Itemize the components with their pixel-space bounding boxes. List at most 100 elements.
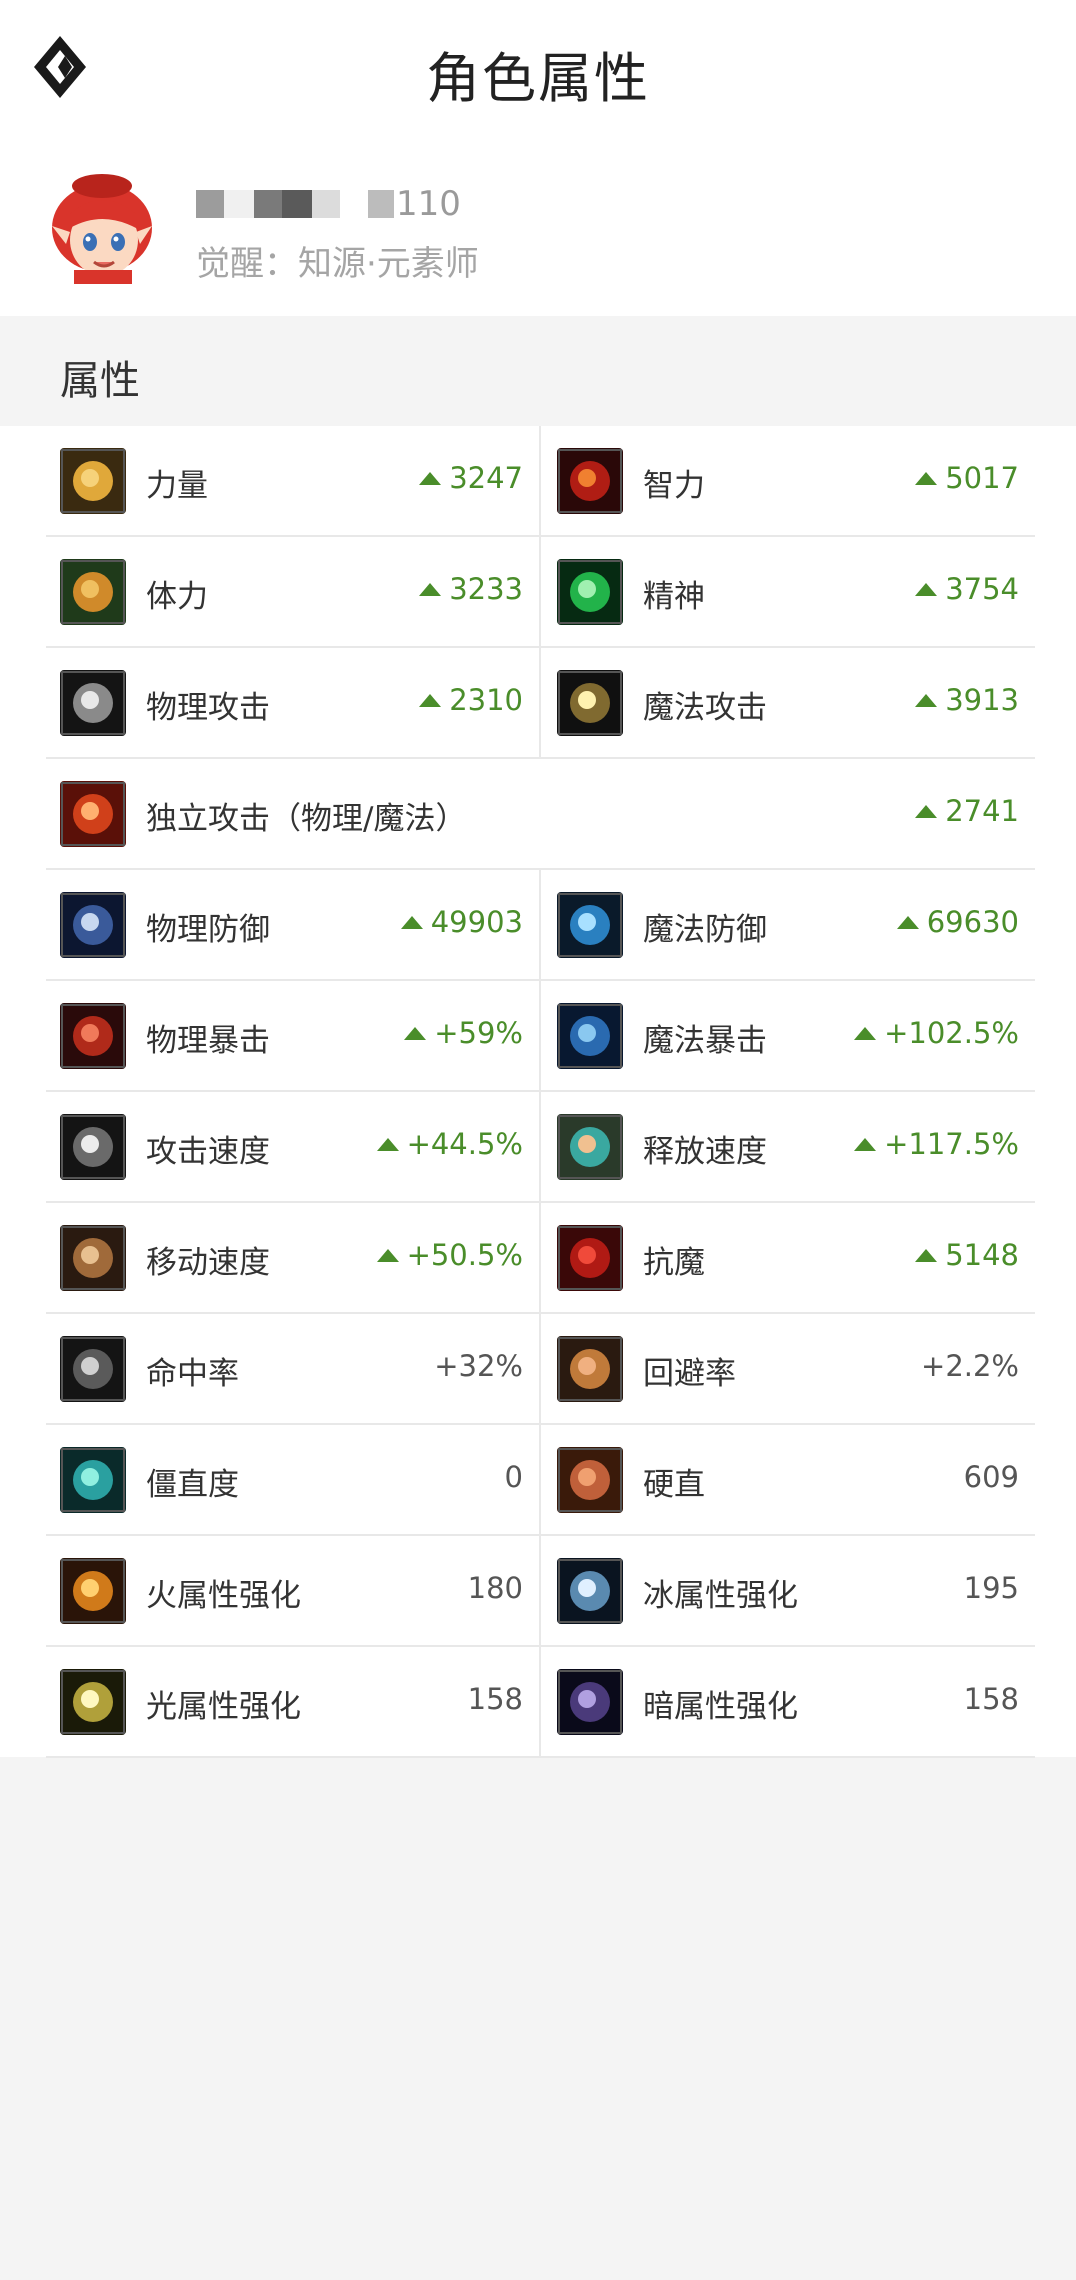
attribute-value: 158 [468,1682,523,1716]
magic-crit-icon [557,1003,623,1069]
attribute-value: 49903 [400,905,523,939]
attribute-value: +32% [434,1349,523,1383]
attribute-value-text: 5017 [945,461,1019,495]
ice-element-icon [557,1558,623,1624]
attribute-value: +117.5% [854,1127,1019,1161]
increase-arrow-icon [915,471,938,485]
attribute-value-text: 5148 [945,1238,1019,1272]
magic-attack-icon [557,670,623,736]
attribute-label: 抗魔 [643,1245,705,1281]
attribute-cell: 物理防御 49903 [46,870,539,980]
attribute-value: +44.5% [376,1127,523,1161]
magic-defense-icon [557,892,623,958]
increase-arrow-icon [915,693,938,707]
attribute-value: 5017 [915,461,1019,495]
attribute-value: 69630 [896,905,1019,939]
increase-arrow-icon [376,1248,399,1262]
attribute-value-text: 180 [467,1571,523,1605]
attribute-value-text: 158 [963,1682,1019,1716]
top-bar: 角色属性 [0,0,1076,136]
attribute-cell: 移动速度 +50.5% [46,1203,539,1313]
attribute-value-text: 609 [963,1460,1019,1494]
attribute-cell: 抗魔 5148 [541,1203,1035,1313]
attribute-cell: 攻击速度 +44.5% [46,1092,539,1202]
attribute-label: 火属性强化 [146,1578,301,1614]
attribute-label: 体力 [146,579,208,615]
attribute-label: 魔法攻击 [643,690,767,726]
attribute-label: 力量 [146,468,208,504]
increase-arrow-icon [400,915,423,929]
attribute-cell: 精神 3754 [541,537,1035,647]
attribute-value-text: 158 [467,1682,523,1716]
attribute-value-text: +50.5% [406,1238,523,1272]
attribute-label: 命中率 [146,1356,239,1392]
attribute-value-text: +117.5% [884,1127,1019,1161]
attribute-row: 命中率 +32% 回避率 +2.2% [46,1314,1035,1425]
increase-arrow-icon [419,582,442,596]
increase-arrow-icon [419,693,442,707]
increase-arrow-icon [915,582,938,596]
attribute-row: 物理攻击 2310 魔法攻击 3913 [46,648,1035,759]
attribute-cell: 回避率 +2.2% [541,1314,1035,1424]
attribute-label: 僵直度 [146,1467,239,1503]
attribute-value-text: +59% [434,1016,523,1050]
vitality-icon [60,559,126,625]
attribute-cell: 魔法暴击 +102.5% [541,981,1035,1091]
attribute-cell: 魔法防御 69630 [541,870,1035,980]
hit-rate-icon [60,1336,126,1402]
attribute-value-text: 3247 [449,461,523,495]
attribute-value-text: +102.5% [884,1016,1019,1050]
move-speed-icon [60,1225,126,1291]
attribute-row: 移动速度 +50.5% 抗魔 5148 [46,1203,1035,1314]
attribute-value: 2741 [915,794,1019,828]
attribute-value: 3913 [915,683,1019,717]
increase-arrow-icon [376,1137,399,1151]
page-title: 角色属性 [426,47,650,110]
stagger-icon [60,1447,126,1513]
attribute-cell: 命中率 +32% [46,1314,539,1424]
attribute-grid: 力量 3247 智力 5017 体力 3233 精神 3754 物理攻击 2310 魔法攻击 3913… [0,426,1076,1758]
hit-stun-icon [557,1447,623,1513]
attribute-value-text: 2741 [945,794,1019,828]
attribute-value: 195 [964,1571,1019,1605]
attribute-value: 158 [964,1682,1019,1716]
attribute-cell: 硬直 609 [541,1425,1035,1535]
attribute-label: 魔法暴击 [643,1023,767,1059]
section-title: 属性 [60,358,140,404]
attribute-row: 火属性强化 180 冰属性强化 195 [46,1536,1035,1647]
attribute-label: 智力 [643,468,705,504]
light-element-icon [60,1669,126,1735]
attribute-label: 冰属性强化 [643,1578,798,1614]
character-avatar[interactable] [44,166,160,284]
physical-attack-icon [60,670,126,736]
attribute-value: 3754 [915,572,1019,606]
attribute-cell: 冰属性强化 195 [541,1536,1035,1646]
attribute-value-text: 49903 [430,905,523,939]
attribute-value-text: +2.2% [921,1349,1019,1383]
attribute-cell: 僵直度 0 [46,1425,539,1535]
attribute-value-text: 3754 [945,572,1019,606]
attribute-row: 攻击速度 +44.5% 释放速度 +117.5% [46,1092,1035,1203]
character-class: 觉醒：知源·元素师 [196,244,479,284]
attribute-value-text: +44.5% [406,1127,523,1161]
attribute-label: 物理防御 [146,912,270,948]
character-name: 110 [196,184,461,224]
attribute-value: 3233 [419,572,523,606]
attribute-row: 光属性强化 158 暗属性强化 158 [46,1647,1035,1758]
attribute-value: 180 [468,1571,523,1605]
independent-attack-icon [60,781,126,847]
increase-arrow-icon [915,804,938,818]
fire-element-icon [60,1558,126,1624]
attribute-label: 攻击速度 [146,1134,270,1170]
attribute-label: 魔法防御 [643,912,767,948]
evasion-icon [557,1336,623,1402]
attribute-cell: 独立攻击（物理/魔法） 2741 [46,759,1035,869]
attribute-value: 609 [964,1460,1019,1494]
attribute-cell: 智力 5017 [541,426,1035,536]
attribute-label: 硬直 [643,1467,705,1503]
cast-speed-icon [557,1114,623,1180]
increase-arrow-icon [404,1026,427,1040]
increase-arrow-icon [854,1137,877,1151]
section-header: 属性 [0,316,1076,426]
attribute-label: 光属性强化 [146,1689,301,1725]
